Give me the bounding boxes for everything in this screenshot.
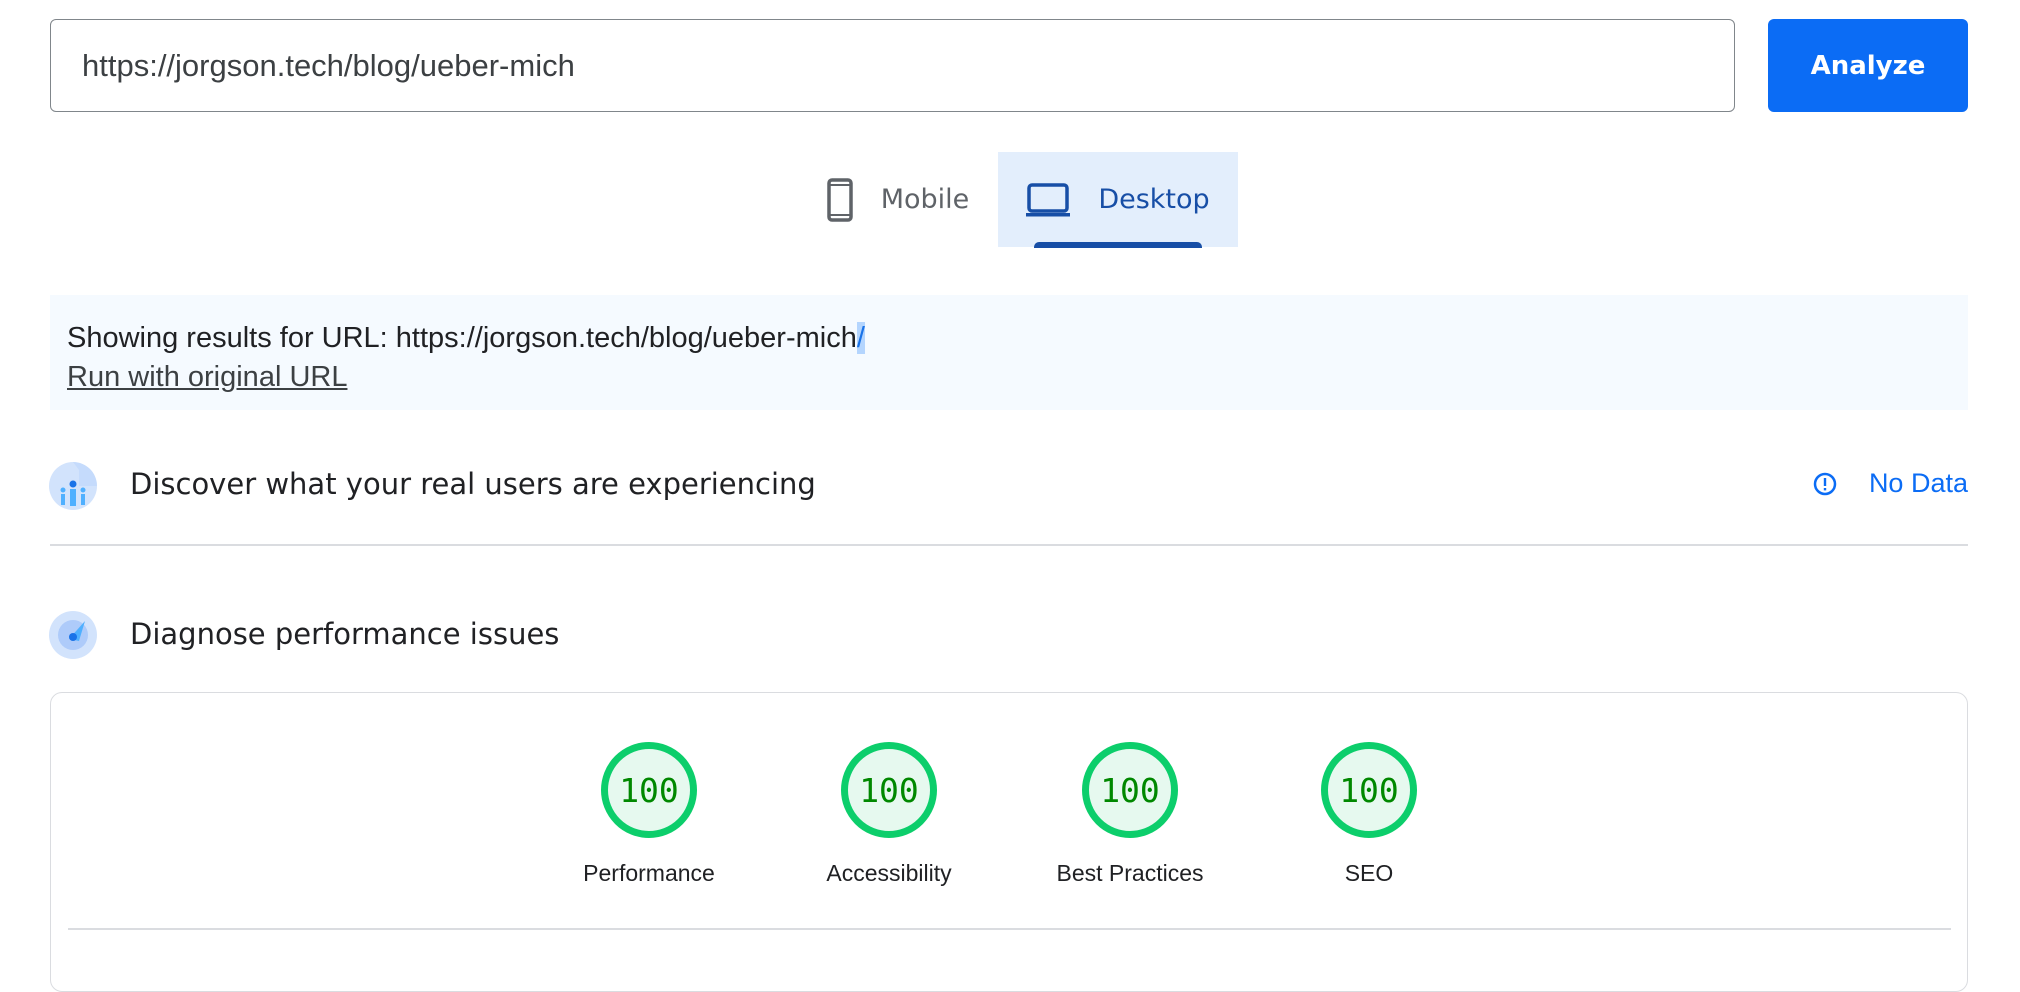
field-data-title: Discover what your real users are experi… xyxy=(130,467,816,501)
score-label: Performance xyxy=(583,860,715,886)
score-label: Best Practices xyxy=(1056,860,1204,886)
no-data-status[interactable]: No Data xyxy=(1813,468,1968,499)
url-input[interactable] xyxy=(50,19,1735,112)
tab-label: Desktop xyxy=(1098,184,1210,215)
lab-data-title: Diagnose performance issues xyxy=(130,617,560,651)
card-divider xyxy=(68,928,1951,930)
active-tab-indicator xyxy=(1034,242,1202,248)
results-url-text: Showing results for URL: https://jorgson… xyxy=(67,322,857,354)
no-data-label: No Data xyxy=(1868,468,1968,498)
score-gauge-seo[interactable]: 100 SEO xyxy=(1269,742,1469,887)
tab-mobile[interactable]: Mobile xyxy=(798,152,998,247)
tab-label: Mobile xyxy=(880,184,970,215)
score-ring: 100 xyxy=(1321,742,1417,838)
diagnose-icon xyxy=(49,611,97,659)
smartphone-icon xyxy=(826,177,853,222)
score-gauge-accessibility[interactable]: 100 Accessibility xyxy=(789,742,989,887)
score-gauge-best-practices[interactable]: 100 Best Practices xyxy=(1030,742,1230,887)
score-label: SEO xyxy=(1344,860,1394,886)
section-divider xyxy=(50,544,1968,546)
score-ring: 100 xyxy=(841,742,937,838)
scores-card xyxy=(50,692,1968,992)
selected-text: / xyxy=(856,322,865,354)
score-gauge-performance[interactable]: 100 Performance xyxy=(549,742,749,887)
analyze-button[interactable]: Analyze xyxy=(1768,19,1968,112)
score-ring: 100 xyxy=(1082,742,1178,838)
url-info-banner: Showing results for URL: https://jorgson… xyxy=(50,295,1968,410)
alert-circle-icon xyxy=(1813,472,1837,495)
tab-desktop[interactable]: Desktop xyxy=(998,152,1238,247)
score-label: Accessibility xyxy=(826,860,952,886)
run-original-url-link[interactable]: Run with original URL xyxy=(67,361,347,393)
real-users-icon xyxy=(49,462,97,510)
score-ring: 100 xyxy=(601,742,697,838)
laptop-icon xyxy=(1026,182,1071,216)
